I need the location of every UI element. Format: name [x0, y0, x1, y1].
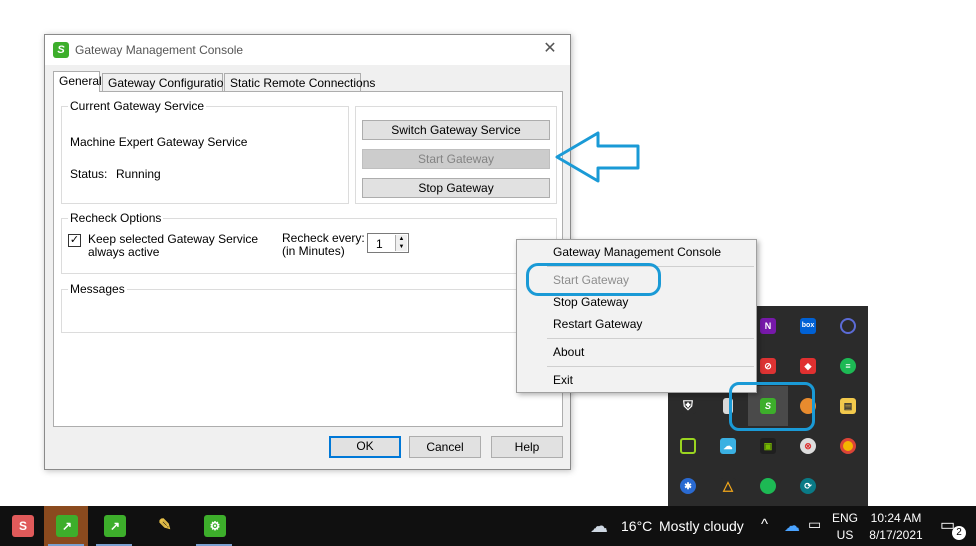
taskbar-app-2-active[interactable]: ↗ [44, 506, 88, 546]
tab-static-remote-connections[interactable]: Static Remote Connections [224, 73, 375, 91]
onenote-icon[interactable]: N [760, 318, 776, 334]
messages-group: Messages [61, 282, 557, 333]
network-icon[interactable]: ▭ [808, 516, 821, 533]
taskbar-app-3[interactable]: ↗ [92, 506, 136, 546]
machine-expert-icon: ↗ [104, 515, 126, 537]
current-gateway-service-label: Current Gateway Service [68, 99, 207, 113]
security-warning-icon[interactable]: ⛨ [680, 398, 696, 414]
onedrive-icon[interactable]: ☁ [784, 516, 800, 536]
recheck-options-group: Recheck Options ✓ Keep selected Gateway … [61, 211, 557, 274]
box-icon[interactable]: box [800, 318, 816, 334]
stepper-down-icon[interactable]: ▼ [396, 243, 407, 251]
language-indicator[interactable]: ENG [830, 511, 860, 525]
status-value: Running [116, 167, 161, 181]
ok-button[interactable]: OK [329, 436, 401, 458]
machine-expert-icon: ↗ [56, 515, 78, 537]
menu-separator [547, 366, 754, 367]
messages-label: Messages [68, 282, 127, 296]
bluetooth-icon[interactable]: ✱ [680, 478, 696, 494]
title-bar[interactable]: S Gateway Management Console ✕ [45, 35, 570, 65]
region-indicator[interactable]: US [830, 528, 860, 542]
status-label: Status: [70, 167, 108, 181]
taskbar-app-1[interactable]: S [0, 506, 44, 546]
paint-palette-icon: ✎ [154, 515, 176, 537]
cortana-icon[interactable] [840, 318, 856, 334]
recheck-unit-label: (in Minutes) [282, 244, 345, 258]
taskbar: S ↗ ↗ ✎ ⚙ ☁ 16°C Mostly cloudy ^ ☁ ▭ ENG… [0, 506, 976, 546]
stepper-up-icon[interactable]: ▲ [396, 235, 407, 243]
green-stack-icon[interactable]: ≡ [840, 358, 856, 374]
current-gateway-service-group: Current Gateway Service Machine Expert G… [61, 99, 349, 204]
service-name: Machine Expert Gateway Service [70, 135, 248, 149]
switch-gateway-service-button[interactable]: Switch Gateway Service [362, 120, 550, 140]
gateway-app-icon: S [12, 515, 34, 537]
tray-highlight-annotation [729, 382, 815, 431]
keep-active-checkbox[interactable]: ✓ [68, 234, 81, 247]
recheck-minutes-stepper[interactable]: 1 ▲ ▼ [367, 233, 409, 253]
gateway-management-dialog: S Gateway Management Console ✕ General G… [44, 34, 571, 470]
gear-icon: ⚙ [204, 515, 226, 537]
cancel-button[interactable]: Cancel [409, 436, 481, 458]
recheck-minutes-value: 1 [376, 237, 383, 251]
help-button[interactable]: Help [491, 436, 563, 458]
start-gateway-highlight-annotation [526, 263, 661, 296]
green-dot-icon[interactable] [760, 478, 776, 494]
keep-active-label-line1: Keep selected Gateway Service [88, 232, 259, 246]
weather-temp[interactable]: 16°C [621, 518, 652, 534]
chevron-up-icon[interactable]: ^ [761, 516, 768, 533]
tab-general[interactable]: General [53, 71, 102, 92]
chrome-icon[interactable] [840, 438, 856, 454]
tab-gateway-configuration[interactable]: Gateway Configuration [102, 73, 230, 91]
warning-drive-icon[interactable]: △ [720, 478, 736, 494]
cloud-sync-icon[interactable]: ☁ [720, 438, 736, 454]
blocked-icon[interactable]: ⊗ [800, 438, 816, 454]
notification-count-badge: 2 [952, 526, 966, 540]
general-tab-panel: Current Gateway Service Machine Expert G… [53, 91, 563, 427]
recheck-options-label: Recheck Options [68, 211, 164, 225]
menu-item-exit[interactable]: Exit [517, 369, 756, 391]
menu-item-about[interactable]: About [517, 341, 756, 363]
menu-item-gateway-management-console[interactable]: Gateway Management Console [517, 241, 756, 263]
keep-active-label-line2: always active [88, 245, 160, 259]
menu-separator [547, 338, 754, 339]
refresh-icon[interactable]: ⟳ [800, 478, 816, 494]
nvidia-icon[interactable]: ▣ [760, 438, 776, 454]
red-app-icon[interactable]: ◆ [800, 358, 816, 374]
weather-icon[interactable]: ☁ [590, 516, 608, 537]
close-icon[interactable]: ✕ [540, 39, 560, 59]
clock-time[interactable]: 10:24 AM [864, 511, 928, 525]
taskbar-app-4[interactable]: ✎ [142, 506, 186, 546]
dialog-title: Gateway Management Console [75, 43, 244, 57]
weather-desc[interactable]: Mostly cloudy [659, 518, 744, 534]
stop-gateway-button[interactable]: Stop Gateway [362, 178, 550, 198]
recheck-every-label: Recheck every: [282, 231, 365, 245]
start-gateway-button[interactable]: Start Gateway [362, 149, 550, 169]
stepper-arrows[interactable]: ▲ ▼ [395, 235, 407, 251]
menu-item-restart-gateway[interactable]: Restart Gateway [517, 313, 756, 335]
snip-icon[interactable] [680, 438, 696, 454]
gateway-actions-group: Switch Gateway Service Start Gateway Sto… [355, 106, 557, 204]
clock-date[interactable]: 8/17/2021 [864, 528, 928, 542]
meter-icon[interactable]: ▤ [840, 398, 856, 414]
gateway-app-icon: S [53, 42, 69, 58]
lock-icon[interactable]: ⊘ [760, 358, 776, 374]
taskbar-app-5[interactable]: ⚙ [192, 506, 236, 546]
left-arrow-annotation-icon [555, 131, 640, 183]
